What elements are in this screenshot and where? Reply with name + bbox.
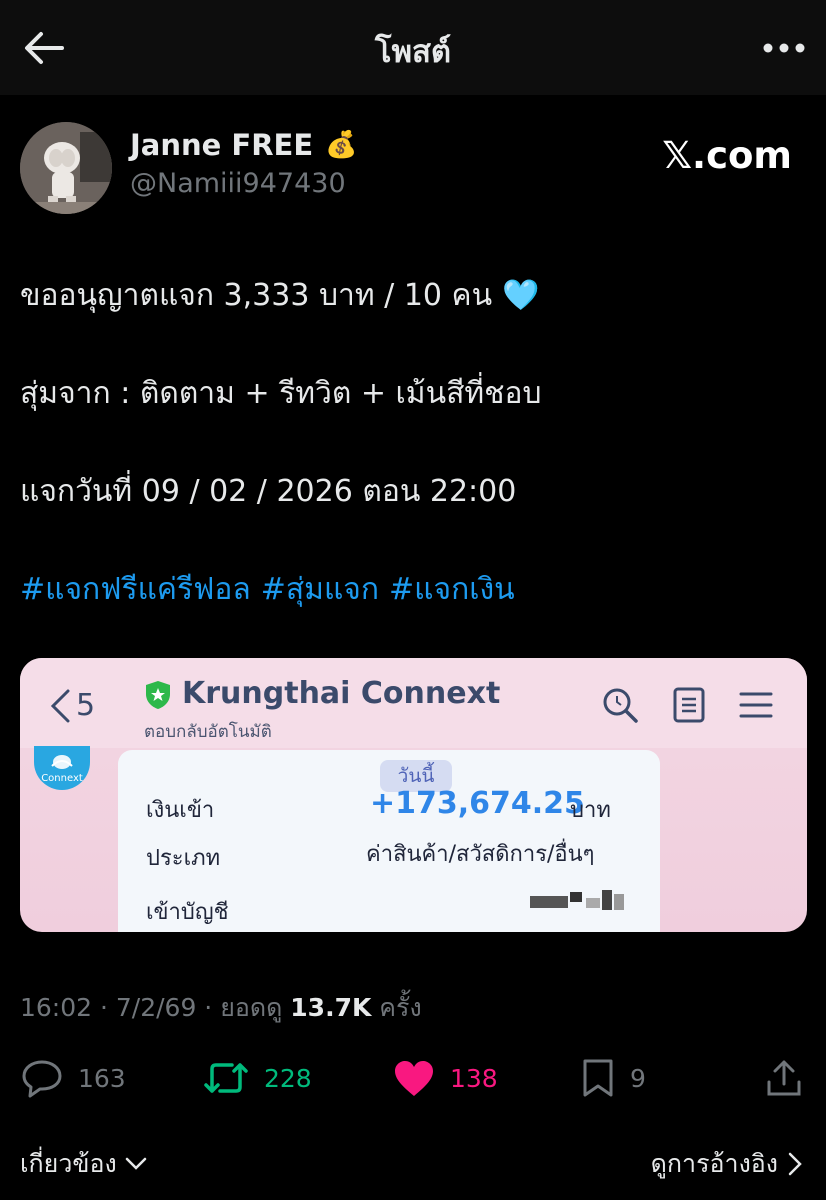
type-label: ประเภท	[146, 846, 221, 871]
repost-button[interactable]: 228	[202, 1050, 312, 1106]
timestamp: 16:02 · 7/2/69 · ยอดดู	[20, 993, 291, 1022]
avatar[interactable]	[20, 122, 112, 214]
incoming-label: เงินเข้า	[146, 798, 215, 823]
document-icon	[673, 687, 705, 723]
post-line-1-text: ขออนุญาตแจก 3,333 บาท / 10 คน	[20, 278, 493, 313]
bookmark-count: 9	[630, 1063, 646, 1093]
app-title: Krungthai Connext	[182, 676, 501, 711]
hashtags: #แจกฟรีแค่รีฟอล #สุ่มแจก #แจกเงิน	[20, 566, 525, 613]
page-title: โพสต์	[374, 34, 452, 70]
repost-count: 228	[264, 1063, 312, 1093]
category-value: ค่าสินค้า/สวัสดิการ/อื่นๆ	[366, 842, 595, 867]
views-suffix: ครั้ง	[371, 993, 422, 1022]
hashtag-link[interactable]: #สุ่มแจก	[261, 572, 379, 607]
action-bar: 163 228 138 9	[0, 1050, 826, 1106]
redacted-account	[530, 890, 624, 910]
reply-button[interactable]: 163	[20, 1050, 126, 1106]
related-label: เกี่ยวข้อง	[20, 1149, 117, 1178]
hashtag-link[interactable]: #แจกเงิน	[389, 572, 515, 607]
brand-label: 𝕏.com	[662, 134, 792, 177]
author-name-text: Janne FREE	[130, 128, 314, 162]
author-handle[interactable]: @Namiii947430	[130, 168, 346, 199]
repost-icon	[204, 1063, 248, 1093]
account-label: เข้าบัญชี	[146, 900, 229, 925]
post-meta: 16:02 · 7/2/69 · ยอดดู 13.7K ครั้ง	[20, 988, 422, 1028]
more-icon	[763, 43, 805, 53]
author-name[interactable]: Janne FREE 💰	[130, 128, 358, 162]
reply-icon	[22, 1060, 62, 1098]
menu-icon	[739, 692, 773, 718]
reply-count: 163	[78, 1063, 126, 1093]
shield-star-icon	[146, 681, 170, 709]
app-back-count: 5	[76, 688, 96, 723]
more-button[interactable]	[756, 24, 812, 72]
like-count: 138	[450, 1063, 498, 1093]
heart-icon	[395, 1061, 433, 1096]
app-toolbar	[601, 686, 773, 724]
transaction-panel: วันนี้ เงินเข้า +173,674.25 บาท ประเภท ค…	[118, 750, 660, 932]
view-count: 13.7K	[290, 993, 372, 1022]
search-icon	[603, 688, 638, 723]
money-bag-icon: 💰	[325, 130, 358, 160]
chevron-down-icon	[125, 1157, 146, 1170]
app-subtitle: ตอบกลับอัตโนมัติ	[144, 722, 272, 742]
quotes-label: ดูการอ้างอิง	[650, 1149, 778, 1178]
connext-logo: Connext	[34, 746, 90, 790]
app-header: 5 Krungthai Connext ตอบกลับอัตโนมัติ	[20, 658, 807, 748]
chevron-left-icon	[50, 689, 70, 722]
chevron-right-icon	[788, 1152, 802, 1176]
like-button[interactable]: 138	[392, 1050, 498, 1106]
share-icon	[767, 1060, 801, 1096]
post-line-1: ขออนุญาตแจก 3,333 บาท / 10 คน 🩵	[20, 272, 539, 319]
connext-logo-text: Connext	[41, 773, 83, 784]
related-toggle[interactable]: เกี่ยวข้อง	[20, 1144, 147, 1184]
post-line-2: สุ่มจาก : ติดตาม + รีทวิต + เม้นสีที่ชอบ	[20, 376, 542, 411]
currency-label: บาท	[570, 798, 611, 823]
view-quotes-link[interactable]: ดูการอ้างอิง	[651, 1144, 802, 1184]
bookmark-button[interactable]: 9	[580, 1050, 646, 1106]
top-bar: โพสต์	[0, 0, 826, 95]
app-back: 5	[50, 688, 95, 723]
hashtag-link[interactable]: #แจกฟรีแค่รีฟอล	[20, 572, 251, 607]
amount-value: +173,674.25	[370, 786, 585, 821]
post-line-3: แจกวันที่ 09 / 02 / 2026 ตอน 22:00	[20, 474, 517, 509]
share-button[interactable]	[764, 1050, 804, 1106]
post-image[interactable]: 5 Krungthai Connext ตอบกลับอัตโนมัติ Con…	[20, 658, 807, 932]
light-blue-heart-icon: 🩵	[502, 278, 540, 313]
bookmark-icon	[583, 1059, 613, 1097]
